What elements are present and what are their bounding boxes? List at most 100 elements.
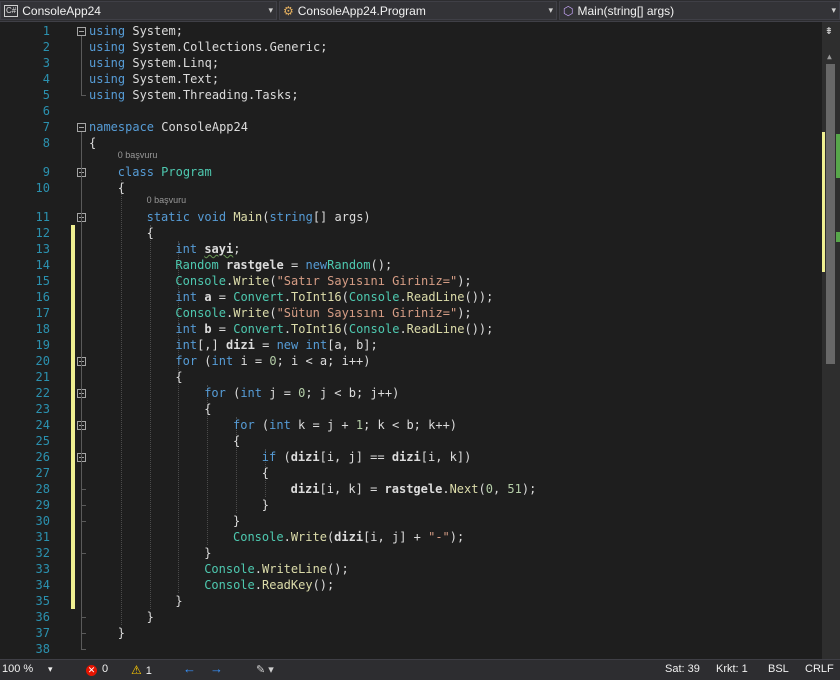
code-token: using [89,72,126,86]
code-line[interactable]: using System.Collections.Generic; [89,39,327,55]
code-token: int [211,354,234,368]
code-line[interactable]: { [118,180,125,196]
code-token: [,] [197,338,226,352]
code-token: ; [175,24,183,38]
code-line[interactable]: } [233,513,240,529]
code-line[interactable]: int a = Convert.ToInt16(Console.ReadLine… [175,289,493,305]
code-token: { [89,136,97,150]
warning-count[interactable]: ⚠ 1 [131,663,152,677]
line-number: 8 [42,136,50,150]
code-editor[interactable]: 1 2 3 4 5 6 7 8 9 10 11 12 13 14 15 16 17 18 19 20 21 22 23 24 2… [0,22,822,659]
code-line[interactable]: { [262,465,269,481]
code-line[interactable]: using System.Threading.Tasks; [89,87,299,103]
code-token: ; [233,242,241,256]
collapse-toggle-icon[interactable] [77,27,86,36]
code-line[interactable]: dizi[i, k] = rastgele.Next(0, 51); [291,481,537,497]
navigation-bar: C# ConsoleApp24 ▾ ⚙ ConsoleApp24.Program… [0,0,840,22]
up-arrow-icon[interactable]: ▲ [827,52,832,61]
code-line[interactable]: { [204,401,211,417]
class-dropdown[interactable]: ⚙ ConsoleApp24.Program ▾ [279,1,557,20]
code-token: int [175,290,198,304]
code-line[interactable]: Console.WriteLine(); [204,561,349,577]
code-token: ); [449,530,465,544]
code-token: new [276,338,299,352]
code-line[interactable]: Console.Write("Satır Sayısını Giriniz=")… [175,273,471,289]
scroll-thumb[interactable] [826,64,835,364]
code-line[interactable]: Console.Write(dizi[i, j] + "-"); [233,529,464,545]
code-line[interactable]: int b = Convert.ToInt16(Console.ReadLine… [175,321,493,337]
code-token: (); [312,578,335,592]
code-token: k = j + [290,418,356,432]
line-number: 18 [35,322,50,336]
code-line[interactable]: for (int i = 0; i < a; i++) [175,353,370,369]
code-token: . [283,322,292,336]
code-token: ( [269,306,277,320]
code-line[interactable]: { [175,369,182,385]
fold-end [81,505,86,506]
code-line[interactable]: Console.Write("Sütun Sayısını Giriniz=")… [175,305,471,321]
zoom-level[interactable]: 100 % [2,663,33,675]
code-line[interactable]: { [147,225,154,241]
code-token: WriteLine [262,562,328,576]
zoom-dropdown-icon[interactable]: ▾ [48,664,53,675]
code-line[interactable]: if (dizi[i, j] == dizi[i, k]) [262,449,472,465]
codelens-references[interactable]: 0 başvuru [147,195,187,206]
line-number: 15 [35,274,50,288]
line-number: 24 [35,418,50,432]
code-token: Console [348,322,400,336]
member-dropdown[interactable]: ⬡ Main(string[] args) ▾ [559,1,840,20]
code-token: . [254,578,262,592]
code-line[interactable]: Random rastgele = newRandom(); [175,257,392,273]
code-line[interactable]: int sayi; [175,241,240,257]
code-line[interactable]: { [233,433,240,449]
code-line[interactable]: } [175,593,182,609]
code-token: ReadLine [406,290,465,304]
code-line[interactable]: using System; [89,23,183,39]
code-line[interactable]: int[,] dizi = new int[a, b]; [175,337,377,353]
code-line[interactable]: static void Main(string[] args) [147,209,371,225]
vertical-scrollbar[interactable]: ⇟ ▲ [822,22,840,659]
back-arrow-icon[interactable]: ← [183,661,196,676]
code-line[interactable]: } [262,497,269,513]
code-line[interactable]: Console.ReadKey(); [204,577,334,593]
code-token: Console [204,578,255,592]
code-line[interactable]: using System.Text; [89,71,219,87]
code-token: ( [341,322,349,336]
collapse-toggle-icon[interactable] [77,123,86,132]
code-token: int [175,322,198,336]
line-number: 1 [42,24,50,38]
error-count[interactable]: ✕ 0 [86,663,108,676]
code-line[interactable]: for (int j = 0; j < b; j++) [204,385,399,401]
insert-mode[interactable]: BSL [768,663,789,675]
code-line[interactable]: namespace ConsoleApp24 [89,119,248,135]
code-line[interactable]: { [89,135,96,151]
code-token: . [283,530,291,544]
fold-end [81,617,86,618]
code-line[interactable]: class Program [118,164,212,180]
code-line[interactable]: } [118,625,125,641]
code-line[interactable]: } [204,545,211,561]
code-token: ReadLine [406,322,465,336]
forward-arrow-icon[interactable]: → [210,661,223,676]
codelens-references[interactable]: 0 başvuru [118,150,158,161]
code-token: b [204,322,212,336]
member-name: Main(string[] args) [577,3,675,18]
code-line[interactable]: for (int k = j + 1; k < b; k++) [233,417,457,433]
line-number: 17 [35,306,50,320]
line-number: 35 [35,594,50,608]
split-icon[interactable]: ⇟ [825,23,833,38]
code-token: dizi [334,530,364,544]
line-number: 11 [35,210,50,224]
line-ending[interactable]: CRLF [805,663,834,675]
code-token: (); [370,258,393,272]
line-number: 29 [35,498,50,512]
code-token: for [175,354,198,368]
brush-icon[interactable]: ✎ ▾ [256,663,274,676]
code-token: ()); [464,290,494,304]
code-token: i = [233,354,270,368]
code-token: System [132,24,176,38]
code-line[interactable]: using System.Linq; [89,55,219,71]
code-token: 0 [485,482,493,496]
code-line[interactable]: } [147,609,154,625]
project-dropdown[interactable]: C# ConsoleApp24 ▾ [0,1,277,20]
